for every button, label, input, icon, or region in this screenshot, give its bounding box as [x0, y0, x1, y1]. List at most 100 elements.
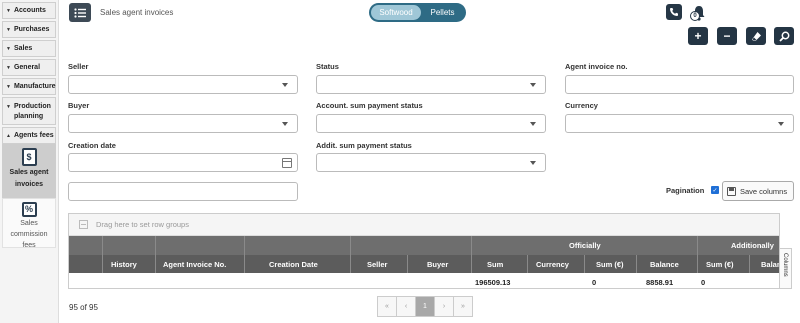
sidebar-item-label: Accounts — [13, 7, 46, 14]
chevron-down-icon — [530, 83, 536, 87]
currency-label: Currency — [565, 101, 598, 110]
pager: « ‹ 1 › » — [377, 296, 473, 317]
last-page-button[interactable]: » — [453, 296, 473, 317]
sidebar-item-production-planning[interactable]: ▼ Production planning — [2, 97, 56, 125]
column-header-creation-date[interactable]: Creation Date — [269, 260, 318, 269]
sidebar-item-general[interactable]: ▼ General — [2, 59, 56, 76]
currency-select[interactable] — [565, 114, 794, 133]
sidebar-item-agents-fees[interactable]: ▲ Agents fees — [2, 127, 56, 144]
column-header-sum[interactable]: Sum — [487, 260, 503, 269]
text-search-input[interactable] — [68, 182, 298, 201]
addit-sum-payment-status-label: Addit. sum payment status — [316, 141, 412, 150]
agent-invoice-no-label: Agent invoice no. — [565, 62, 628, 71]
chevron-down-icon — [778, 122, 784, 126]
phone-icon — [670, 8, 678, 16]
grid-totals-row: 196509.13 0 8858.91 0 — [69, 276, 779, 288]
sidebar-item-label: Production planning — [13, 103, 51, 120]
first-page-button[interactable]: « — [377, 296, 397, 317]
notification-count-badge: 0 — [690, 11, 700, 21]
column-header-sum-eur[interactable]: Sum (€) — [596, 260, 624, 269]
save-columns-label: Save columns — [740, 186, 788, 196]
calendar-icon[interactable] — [282, 158, 292, 168]
row-group-icon — [79, 220, 88, 229]
save-columns-button[interactable]: Save columns — [722, 181, 794, 201]
remove-button[interactable]: − — [717, 27, 737, 45]
sidebar-subitem-label: Sales agent invoices — [9, 169, 49, 188]
sidebar-item-label: Purchases — [13, 26, 50, 33]
sidebar-item-accounts[interactable]: ▼ Accounts — [2, 2, 56, 19]
floppy-disk-icon — [727, 186, 736, 196]
pagination-label: Pagination — [666, 186, 705, 195]
invoices-grid: Drag here to set row groups Officially A… — [68, 213, 780, 289]
chevron-down-icon — [282, 122, 288, 126]
seller-label: Seller — [68, 62, 89, 71]
sidebar: ▼ Accounts ▼ Purchases ▼ Sales ▼ General ▼ Ma… — [0, 0, 59, 323]
sidebar-item-label: Agents fees — [13, 132, 54, 139]
columns-tool-panel-tab[interactable]: Columns — [779, 248, 792, 289]
sidebar-item-manufacture[interactable]: ▼ Manufacture — [2, 78, 56, 95]
account-sum-payment-status-select[interactable] — [316, 114, 546, 133]
minus-icon: − — [723, 29, 731, 43]
total-sum-eur: 0 — [592, 278, 597, 287]
dollar-document-icon: $ — [21, 148, 37, 166]
toggle-softwood[interactable]: Softwood — [371, 5, 421, 20]
status-label: Status — [316, 62, 339, 71]
column-header-additional-sum-eur[interactable]: Sum (€) — [706, 260, 734, 269]
clear-filters-button[interactable] — [746, 27, 766, 45]
row-group-hint: Drag here to set row groups — [96, 220, 189, 229]
creation-date-input[interactable] — [68, 153, 298, 172]
product-toggle: Softwood Pellets — [369, 3, 466, 22]
account-sum-payment-status-label: Account. sum payment status — [316, 101, 423, 110]
next-page-button[interactable]: › — [434, 296, 454, 317]
column-header-currency[interactable]: Currency — [536, 260, 569, 269]
sidebar-subitem-sales-commission-fees[interactable]: % Sales commission fees — [2, 198, 56, 249]
column-header-history[interactable]: History — [111, 260, 137, 269]
column-header-seller[interactable]: Seller — [367, 260, 387, 269]
search-button[interactable] — [774, 27, 794, 45]
chevron-down-icon — [530, 161, 536, 165]
page-1-button[interactable]: 1 — [415, 296, 435, 317]
total-sum: 196509.13 — [475, 278, 511, 287]
row-count: 95 of 95 — [69, 303, 98, 312]
group-header-additionally: Additionally — [731, 241, 774, 250]
pagination-checkbox[interactable]: ✓ — [711, 186, 719, 194]
group-header-officially: Officially — [569, 241, 601, 250]
percent-document-icon: % — [21, 202, 37, 217]
agent-invoice-no-input[interactable] — [565, 75, 794, 94]
search-icon — [778, 31, 789, 42]
sidebar-item-purchases[interactable]: ▼ Purchases — [2, 21, 56, 38]
list-icon — [74, 7, 86, 18]
creation-date-label: Creation date — [68, 141, 116, 150]
status-select[interactable] — [316, 75, 546, 94]
sidebar-item-label: General — [13, 64, 41, 71]
sidebar-subitem-label: Sales commission fees — [10, 220, 48, 249]
eraser-icon — [751, 31, 761, 40]
chevron-down-icon — [282, 83, 288, 87]
menu-toggle-button[interactable] — [69, 3, 91, 22]
add-button[interactable]: + — [688, 27, 708, 45]
column-header-additional-balance[interactable]: Balan — [761, 260, 779, 269]
previous-page-button[interactable]: ‹ — [396, 296, 416, 317]
column-header-balance[interactable]: Balance — [650, 260, 679, 269]
sidebar-item-label: Sales — [13, 45, 33, 52]
buyer-select[interactable] — [68, 114, 298, 133]
addit-sum-payment-status-select[interactable] — [316, 153, 546, 172]
page-title: Sales agent invoices — [100, 8, 174, 17]
sidebar-item-sales[interactable]: ▼ Sales — [2, 40, 56, 57]
sidebar-subitem-sales-agent-invoices[interactable]: $ Sales agent invoices — [2, 144, 56, 198]
checkmark-icon: ✓ — [712, 187, 718, 194]
toggle-pellets[interactable]: Pellets — [421, 5, 464, 20]
total-balance: 8858.91 — [646, 278, 674, 287]
sidebar-item-label: Manufacture — [13, 83, 56, 90]
column-header-buyer[interactable]: Buyer — [427, 260, 448, 269]
buyer-label: Buyer — [68, 101, 90, 110]
chevron-down-icon — [530, 122, 536, 126]
row-group-drop-zone[interactable]: Drag here to set row groups — [69, 214, 779, 236]
columns-tab-label: Columns — [782, 253, 788, 277]
seller-select[interactable] — [68, 75, 298, 94]
plus-icon: + — [694, 29, 702, 43]
grid-column-header-row: History Agent Invoice No. Creation Date … — [69, 255, 779, 273]
phone-button[interactable] — [666, 4, 682, 20]
total-additional-sum-eur: 0 — [701, 278, 706, 287]
column-header-agent-invoice-no[interactable]: Agent Invoice No. — [163, 260, 226, 269]
